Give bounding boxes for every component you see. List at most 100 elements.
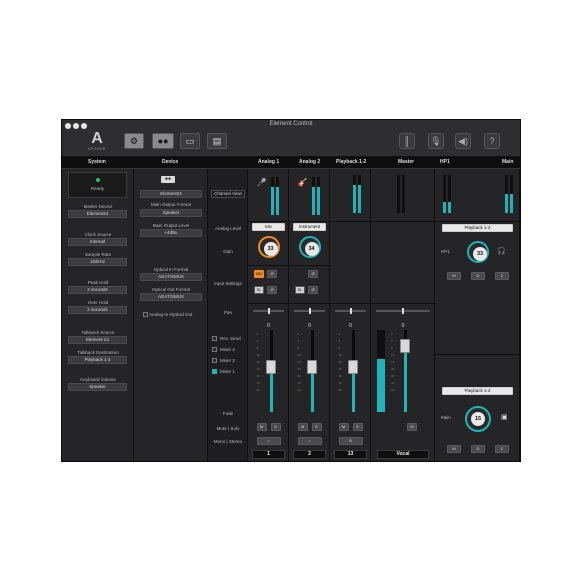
- mixer3-radio[interactable]: [212, 347, 217, 352]
- pan-handle[interactable]: [267, 308, 270, 314]
- io-tab-button[interactable]: ▭: [180, 133, 200, 149]
- gain-knob[interactable]: 33: [257, 236, 280, 258]
- input-meter-right: [402, 175, 405, 213]
- talkback-button[interactable]: 🎙: [428, 133, 444, 149]
- mixer3-label: Mixer 3: [220, 347, 235, 352]
- polarity-button[interactable]: Ø: [308, 286, 318, 294]
- phase-invert-button[interactable]: Ø: [267, 270, 277, 278]
- sample-rate-select[interactable]: 192kHz: [68, 258, 127, 266]
- input-meter-left: [270, 177, 274, 215]
- over-hold-select[interactable]: 2 seconds: [68, 306, 127, 314]
- settings-tab-button[interactable]: ⚙: [124, 133, 144, 149]
- mono-stereo-button[interactable]: ○: [297, 437, 322, 445]
- main-mute-button[interactable]: M: [447, 445, 461, 453]
- device-name-field[interactable]: Element24: [140, 190, 202, 198]
- master-mute-button[interactable]: M: [407, 423, 417, 431]
- channel-fader-cap[interactable]: [306, 359, 317, 374]
- analog-level-select[interactable]: Mic: [252, 223, 285, 231]
- optical-out-select[interactable]: ADAT/SMUX: [140, 293, 202, 301]
- analog-optical-out-checkbox[interactable]: [143, 312, 148, 317]
- hp1-label: HP1: [441, 249, 450, 254]
- channel-fader-cap[interactable]: [347, 359, 358, 374]
- pan-handle[interactable]: [402, 308, 404, 314]
- soft-limit-button[interactable]: SL: [254, 286, 264, 294]
- scale-tick: 15: [256, 360, 260, 364]
- hp1-sum-button[interactable]: Σ: [495, 272, 509, 280]
- gain-knob[interactable]: 34: [298, 236, 321, 258]
- talkback-source-select[interactable]: Element 24: [68, 336, 127, 344]
- main-output-level-select[interactable]: +4dBu: [140, 229, 202, 237]
- mute-button[interactable]: M: [256, 423, 267, 431]
- scale-tick: 10: [391, 353, 395, 357]
- scale-tick: 60: [297, 388, 301, 392]
- system-panel: Ready Master Device Element24 Clock Sour…: [62, 169, 134, 461]
- scale-tick: 3: [297, 339, 300, 343]
- channel-fader-cap[interactable]: [400, 339, 410, 354]
- hp1-volume-knob[interactable]: 33: [467, 241, 489, 263]
- soft-limit-button[interactable]: SL: [295, 286, 305, 294]
- fade-label: Fade: [222, 411, 234, 416]
- apogee-logo: A APOGEE: [88, 130, 106, 152]
- analog-level-select[interactable]: Instrument: [293, 223, 326, 231]
- mic-input-icon: 🎤: [256, 178, 267, 187]
- main-output-format-select[interactable]: Speaker: [140, 209, 202, 217]
- help-button[interactable]: ?: [484, 133, 500, 149]
- output-panel: Playback 1-2 HP1 33 🎧 M D Σ Playback 1-2…: [435, 169, 520, 461]
- mixer-tab-button[interactable]: ▤: [207, 133, 227, 149]
- channel-view-button[interactable]: Channel View: [211, 190, 245, 198]
- pan-handle[interactable]: [349, 308, 352, 314]
- device-view-tab-button[interactable]: ●●: [152, 133, 174, 149]
- mixer2-radio[interactable]: [212, 358, 217, 363]
- gear-icon: ⚙: [129, 136, 139, 146]
- column-header-bar: System Device Analog 1 Analog 2 Playback…: [62, 157, 520, 169]
- mic-icon: 🎙: [430, 136, 442, 146]
- scale-tick: 3: [391, 339, 393, 343]
- channel-fader-cap[interactable]: [265, 359, 276, 374]
- scale-tick: 10: [297, 353, 301, 357]
- main-sum-button[interactable]: Σ: [495, 445, 509, 453]
- scale-tick: 0: [297, 332, 300, 336]
- main-dim-button[interactable]: D: [471, 445, 485, 453]
- phantom-power-button[interactable]: Ø: [308, 270, 318, 278]
- hp1-source-select[interactable]: Playback 1-2: [442, 224, 513, 232]
- device-icon: ▭: [185, 136, 195, 146]
- over-hold-label: Over Hold: [87, 300, 109, 305]
- polarity-button[interactable]: Ø: [267, 286, 277, 294]
- mixer1-radio[interactable]: [212, 369, 217, 374]
- pan-value: 0: [401, 323, 405, 329]
- mono-stereo-button[interactable]: ○: [256, 437, 281, 445]
- solo-button[interactable]: S: [270, 423, 281, 431]
- input-meter-left: [311, 177, 315, 215]
- solo-button[interactable]: S: [311, 423, 322, 431]
- main-meter-left: [505, 175, 508, 213]
- talkback-destination-label: Talkback Destination: [77, 350, 119, 355]
- mono-stereo-button[interactable]: ⊖: [338, 437, 363, 445]
- speaker-output-icon: ▣: [501, 414, 508, 421]
- pan-handle[interactable]: [308, 308, 311, 314]
- mute-button[interactable]: M: [297, 423, 308, 431]
- peak-hold-select[interactable]: 2 seconds: [68, 286, 127, 294]
- main-volume-knob[interactable]: 15: [465, 406, 491, 432]
- hp1-dim-button[interactable]: D: [471, 272, 485, 280]
- pan-label: Pan: [223, 310, 232, 315]
- hp1-meter-right: [448, 175, 451, 213]
- main-source-select[interactable]: Playback 1-2: [442, 387, 513, 395]
- optical-in-select[interactable]: ADAT/SMUX: [140, 273, 202, 281]
- clock-source-select[interactable]: Internal: [68, 238, 127, 246]
- talkback-destination-select[interactable]: Playback 1-2: [68, 356, 127, 364]
- scale-tick: 3: [338, 339, 341, 343]
- meter-bridge-button[interactable]: ║: [399, 133, 415, 149]
- channel-strip-1: 🎤 Mic 33 48V Ø SL Ø 0 0 3 6 10 15 20 30 40 60 M S ○ 1: [248, 169, 289, 461]
- master-device-select[interactable]: Element24: [68, 210, 127, 218]
- hp1-mute-button[interactable]: M: [447, 272, 461, 280]
- keyboard-volume-select[interactable]: Speaker: [68, 383, 127, 391]
- phantom-power-button[interactable]: 48V: [254, 270, 264, 278]
- mute-button[interactable]: M: [338, 423, 349, 431]
- master-meter: [377, 330, 385, 412]
- solo-button[interactable]: S: [352, 423, 363, 431]
- scale-tick: 20: [338, 367, 342, 371]
- clock-source-label: Clock Source: [84, 232, 112, 237]
- speaker-button[interactable]: ◀): [455, 133, 471, 149]
- main-output-format-label: Main Output Format: [150, 202, 191, 207]
- rev-send-radio[interactable]: [212, 336, 217, 341]
